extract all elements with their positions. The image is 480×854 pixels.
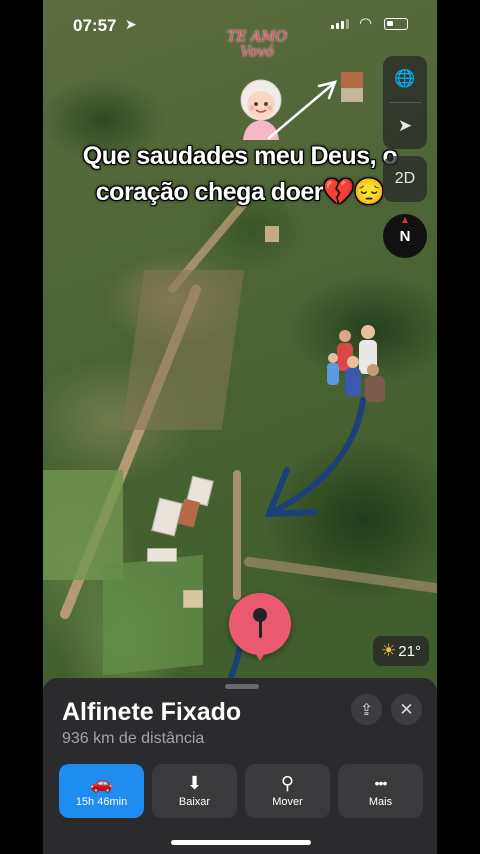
download-label: Baixar: [178, 796, 211, 808]
download-button[interactable]: ⬇ Baixar: [152, 764, 237, 818]
blue-arrow-upper: [264, 397, 366, 518]
place-title: Alfinete Fixado: [62, 698, 242, 726]
compass-label: N: [399, 227, 411, 245]
temperature-label: 21°: [398, 642, 421, 660]
more-label: Mais: [368, 796, 393, 808]
directions-button[interactable]: 🚗 15h 46min: [59, 764, 144, 818]
place-distance: 936 km de distância: [62, 730, 205, 747]
car-icon: 🚗: [90, 773, 113, 793]
action-buttons: 🚗 15h 46min ⬇ Baixar ⚲ Mover ••• Mais: [59, 764, 423, 818]
white-arrow: [267, 80, 338, 140]
move-pin-icon: ⚲: [280, 773, 295, 793]
sheet-grabber[interactable]: [225, 684, 259, 689]
view-2d-button[interactable]: 2D: [383, 156, 427, 202]
map-pin-icon[interactable]: [229, 593, 291, 661]
view-mode-control: 2D: [383, 156, 427, 202]
pin-stem: [259, 620, 262, 638]
weather-badge: ☀ 21°: [373, 636, 429, 666]
share-icon[interactable]: ⇪: [351, 694, 382, 725]
download-icon: ⬇: [186, 773, 203, 793]
move-button[interactable]: ⚲ Mover: [245, 764, 330, 818]
map-controls: 🌐 ➤: [383, 56, 427, 149]
globe-icon[interactable]: 🌐: [383, 56, 427, 102]
more-icon: •••: [374, 775, 388, 791]
location-arrow-icon[interactable]: ➤: [383, 103, 427, 149]
directions-label: 15h 46min: [75, 796, 128, 808]
compass-icon[interactable]: N: [383, 214, 427, 258]
place-card: Alfinete Fixado 936 km de distância ⇪ ✕ …: [43, 678, 437, 854]
close-icon[interactable]: ✕: [391, 694, 422, 725]
move-label: Mover: [272, 796, 303, 808]
home-indicator[interactable]: [171, 840, 311, 845]
phone-screen: 07:57 ➤ ◠ TE AMO Vovó Que saudades meu D…: [43, 0, 437, 854]
sun-icon: ☀: [381, 641, 397, 660]
more-button[interactable]: ••• Mais: [338, 764, 423, 818]
